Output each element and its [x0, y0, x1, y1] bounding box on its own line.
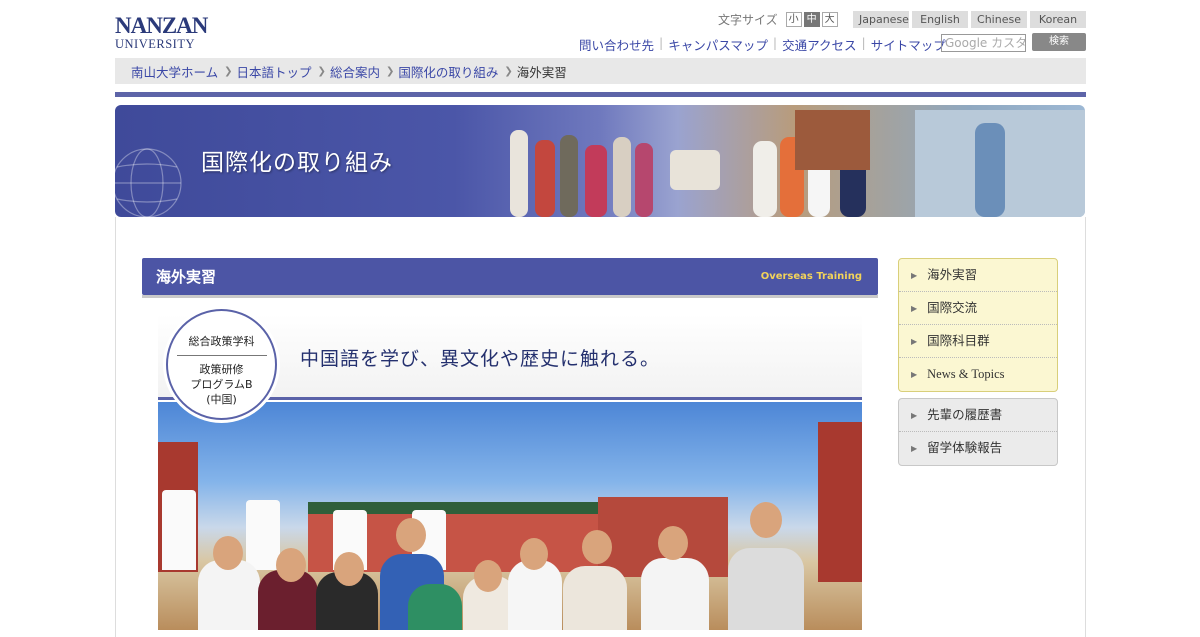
person-head [474, 560, 502, 592]
campus-map-link[interactable]: キャンパスマップ [663, 35, 773, 54]
person-head [334, 552, 364, 586]
person-head [520, 538, 548, 570]
font-size-medium-button[interactable]: 中 [803, 12, 820, 27]
search-button[interactable]: 検索 [1032, 33, 1086, 51]
access-link[interactable]: 交通アクセス [777, 35, 861, 54]
section-title-en: Overseas Training [760, 271, 862, 282]
breadcrumb-japanese-top[interactable]: 日本語トップ [237, 62, 312, 81]
university-logo[interactable]: NANZAN UNIVERSITY [115, 13, 208, 52]
sidebar-item-label: News & Topics [927, 367, 1005, 381]
person [508, 560, 562, 630]
font-size-switcher: 文字サイズ 小 中 大 [718, 11, 840, 28]
chevron-right-icon: ❯ [385, 65, 395, 77]
program-badge: 総合政策学科 政策研修 プログラムB (中国) [166, 309, 277, 420]
person [408, 584, 462, 630]
divider [115, 92, 1086, 97]
person-head [396, 518, 426, 552]
program-line3: (中国) [206, 393, 237, 406]
search-input[interactable]: Google カスタム検索 [941, 34, 1026, 52]
triangle-right-icon: ▶ [911, 303, 918, 313]
person-head [213, 536, 243, 570]
person-head [750, 502, 782, 538]
stupa [246, 500, 280, 570]
font-size-small-button[interactable]: 小 [785, 12, 802, 27]
program-line1: 政策研修 [199, 363, 244, 376]
section-title: 海外実習 [156, 268, 217, 286]
sidebar-secondary-nav: ▶ 先輩の履歴書 ▶ 留学体験報告 [898, 398, 1058, 466]
lang-korean-button[interactable]: Korean [1030, 11, 1086, 28]
font-size-label: 文字サイズ [718, 13, 778, 27]
lang-japanese-button[interactable]: Japanese [853, 11, 909, 28]
person [198, 560, 260, 630]
sidebar-item-study-abroad-reports[interactable]: ▶ 留学体験報告 [899, 432, 1057, 465]
breadcrumb-current: 海外実習 [516, 64, 567, 80]
sidebar-item-label: 国際科目群 [927, 333, 990, 348]
sidebar-item-alumni-resumes[interactable]: ▶ 先輩の履歴書 [899, 399, 1057, 432]
sidebar-item-label: 先輩の履歴書 [927, 407, 1003, 422]
department-label: 総合政策学科 [188, 335, 255, 348]
chevron-right-icon: ❯ [504, 65, 513, 77]
feature-catchphrase: 中国語を学び、異文化や歴史に触れる。 [300, 348, 661, 370]
utility-nav: 問い合わせ先 | キャンパスマップ | 交通アクセス | サイトマップ [574, 35, 951, 54]
triangle-right-icon: ▶ [911, 444, 918, 453]
page-banner: 国際化の取り組み [115, 105, 1085, 217]
triangle-right-icon: ▶ [911, 410, 918, 420]
program-line2: プログラムB [190, 378, 253, 391]
person-head [658, 526, 688, 560]
triangle-right-icon: ▶ [911, 336, 918, 346]
font-size-large-button[interactable]: 大 [821, 12, 838, 27]
person [728, 548, 804, 630]
triangle-right-icon: ▶ [911, 270, 918, 280]
temple-building [818, 422, 862, 582]
person [641, 558, 709, 630]
person-head [276, 548, 306, 582]
stupa [162, 490, 196, 570]
sidebar-item-international-courses[interactable]: ▶ 国際科目群 [899, 325, 1057, 358]
person-head [582, 530, 612, 564]
sidebar-item-overseas-training[interactable]: ▶ 海外実習 [899, 259, 1057, 292]
divider [142, 295, 878, 298]
sidebar-primary-nav: ▶ 海外実習 ▶ 国際交流 ▶ 国際科目群 ▶ News & Topics [898, 258, 1058, 392]
sidebar-item-label: 国際交流 [927, 300, 978, 315]
breadcrumb-overview[interactable]: 総合案内 [330, 62, 380, 81]
breadcrumb-home[interactable]: 南山大学ホーム [131, 62, 218, 81]
sitemap-link[interactable]: サイトマップ [866, 35, 951, 54]
chevron-right-icon: ❯ [317, 65, 326, 77]
person [563, 566, 627, 630]
breadcrumb-internationalization[interactable]: 国際化の取り組み [398, 62, 498, 81]
sidebar-item-label: 留学体験報告 [927, 441, 1003, 455]
logo-line1: NANZAN [115, 13, 208, 38]
language-switcher: Japanese English Chinese Korean [853, 11, 1089, 28]
banner-title: 国際化の取り組み [201, 150, 393, 176]
lang-english-button[interactable]: English [912, 11, 968, 28]
lang-chinese-button[interactable]: Chinese [971, 11, 1027, 28]
contact-link[interactable]: 問い合わせ先 [574, 35, 659, 54]
sidebar-item-news-topics[interactable]: ▶ News & Topics [899, 358, 1057, 391]
section-header: 海外実習 Overseas Training [142, 258, 878, 295]
sidebar-item-international-exchange[interactable]: ▶ 国際交流 [899, 292, 1057, 325]
feature-photo [158, 402, 862, 630]
breadcrumb: 南山大学ホーム ❯ 日本語トップ ❯ 総合案内 ❯ 国際化の取り組み ❯ 海外実… [115, 58, 1086, 84]
divider [176, 355, 267, 356]
chevron-right-icon: ❯ [224, 65, 233, 77]
sidebar-item-label: 海外実習 [927, 267, 978, 282]
triangle-right-icon: ▶ [911, 370, 918, 379]
logo-line2: UNIVERSITY [115, 37, 195, 51]
